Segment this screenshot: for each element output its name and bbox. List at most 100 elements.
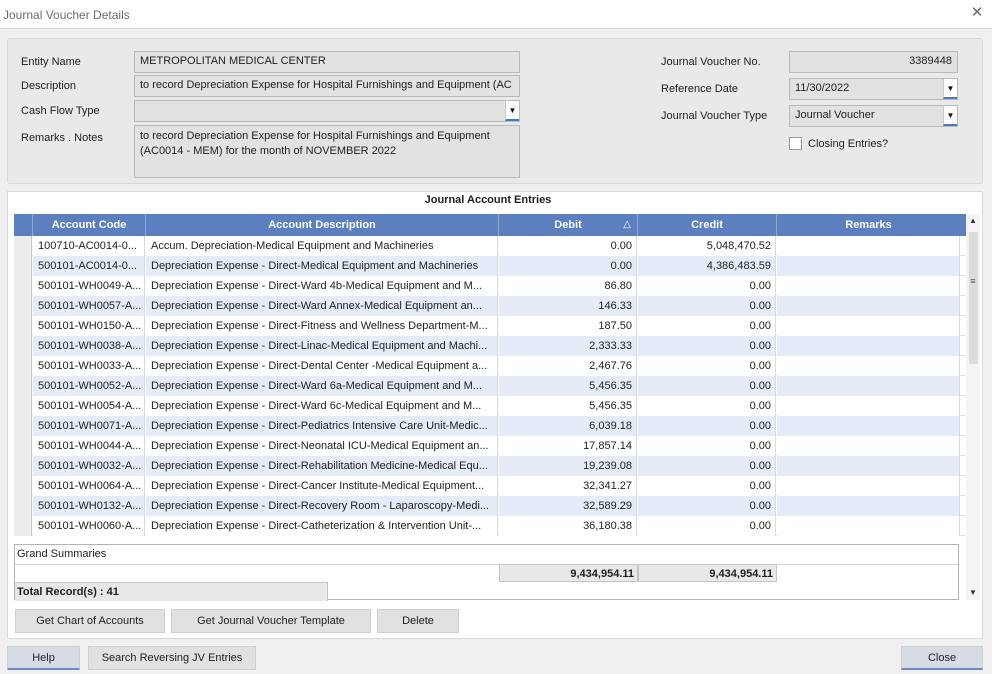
table-row[interactable]: 100710-AC0014-0... Accum. Depreciation-Me… — [14, 236, 966, 256]
cell-debit[interactable]: 0.00 — [499, 236, 637, 256]
table-row[interactable]: 500101-WH0049-A... Depreciation Expense -… — [14, 276, 966, 296]
scrollbar-thumb[interactable] — [969, 232, 978, 364]
cell-account-code[interactable]: 500101-WH0044-A... — [33, 436, 145, 456]
table-row[interactable]: 500101-WH0052-A... Depreciation Expense -… — [14, 376, 966, 396]
vertical-scrollbar[interactable]: ▲ ≡ ▼ — [966, 214, 980, 600]
cell-remarks[interactable] — [777, 256, 960, 276]
cell-account-code[interactable]: 500101-WH0060-A... — [33, 516, 145, 536]
cell-credit[interactable]: 0.00 — [638, 276, 776, 296]
cell-remarks[interactable] — [777, 236, 960, 256]
scroll-up-icon[interactable]: ▲ — [966, 214, 980, 228]
table-row[interactable]: 500101-WH0060-A... Depreciation Expense -… — [14, 516, 966, 536]
cell-account-code[interactable]: 500101-WH0052-A... — [33, 376, 145, 396]
get-jv-template-button[interactable]: Get Journal Voucher Template — [171, 609, 371, 633]
jv-type-dropdown[interactable]: Journal Voucher ▼ — [789, 105, 958, 127]
entity-name-field[interactable]: METROPOLITAN MEDICAL CENTER — [134, 51, 520, 73]
cell-account-description[interactable]: Depreciation Expense - Direct-Pediatrics… — [146, 416, 498, 436]
cell-account-code[interactable]: 500101-WH0071-A... — [33, 416, 145, 436]
cell-account-description[interactable]: Depreciation Expense - Direct-Recovery R… — [146, 496, 498, 516]
cell-credit[interactable]: 0.00 — [638, 296, 776, 316]
row-selector[interactable] — [14, 436, 32, 456]
cell-account-code[interactable]: 100710-AC0014-0... — [33, 236, 145, 256]
cell-account-description[interactable]: Depreciation Expense - Direct-Rehabilita… — [146, 456, 498, 476]
column-header-debit[interactable]: Debit △ — [499, 214, 638, 236]
table-row[interactable]: 500101-WH0033-A... Depreciation Expense -… — [14, 356, 966, 376]
cell-remarks[interactable] — [777, 496, 960, 516]
cell-credit[interactable]: 0.00 — [638, 316, 776, 336]
cell-credit[interactable]: 4,386,483.59 — [638, 256, 776, 276]
row-selector[interactable] — [14, 476, 32, 496]
row-selector[interactable] — [14, 256, 32, 276]
cell-account-code[interactable]: 500101-WH0132-A... — [33, 496, 145, 516]
remarks-field[interactable]: to record Depreciation Expense for Hospi… — [134, 125, 520, 178]
row-selector[interactable] — [14, 396, 32, 416]
table-row[interactable]: 500101-AC0014-0... Depreciation Expense -… — [14, 256, 966, 276]
row-selector[interactable] — [14, 496, 32, 516]
row-selector[interactable] — [14, 516, 32, 536]
table-row[interactable]: 500101-WH0071-A... Depreciation Expense -… — [14, 416, 966, 436]
cell-account-description[interactable]: Depreciation Expense - Direct-Ward 4b-Me… — [146, 276, 498, 296]
row-selector[interactable] — [14, 296, 32, 316]
cell-debit[interactable]: 32,341.27 — [499, 476, 637, 496]
column-header-account-code[interactable]: Account Code — [33, 214, 146, 236]
cell-account-description[interactable]: Accum. Depreciation-Medical Equipment an… — [146, 236, 498, 256]
cell-debit[interactable]: 19,239.08 — [499, 456, 637, 476]
cell-account-description[interactable]: Depreciation Expense - Direct-Linac-Medi… — [146, 336, 498, 356]
cell-account-description[interactable]: Depreciation Expense - Direct-Medical Eq… — [146, 256, 498, 276]
cell-account-description[interactable]: Depreciation Expense - Direct-Ward 6c-Me… — [146, 396, 498, 416]
jv-no-field[interactable]: 3389448 — [789, 51, 958, 73]
cell-account-code[interactable]: 500101-WH0064-A... — [33, 476, 145, 496]
cell-debit[interactable]: 0.00 — [499, 256, 637, 276]
cell-remarks[interactable] — [777, 436, 960, 456]
table-row[interactable]: 500101-WH0044-A... Depreciation Expense -… — [14, 436, 966, 456]
cell-account-description[interactable]: Depreciation Expense - Direct-Cancer Ins… — [146, 476, 498, 496]
search-reversing-jv-button[interactable]: Search Reversing JV Entries — [88, 646, 256, 670]
row-selector[interactable] — [14, 456, 32, 476]
cell-credit[interactable]: 0.00 — [638, 416, 776, 436]
cell-debit[interactable]: 36,180.38 — [499, 516, 637, 536]
help-button[interactable]: Help — [7, 646, 80, 670]
cell-remarks[interactable] — [777, 316, 960, 336]
cell-credit[interactable]: 0.00 — [638, 516, 776, 536]
cell-remarks[interactable] — [777, 416, 960, 436]
cell-credit[interactable]: 0.00 — [638, 396, 776, 416]
column-header-remarks[interactable]: Remarks — [777, 214, 960, 236]
chevron-down-icon[interactable]: ▼ — [943, 79, 957, 99]
cell-credit[interactable]: 0.00 — [638, 476, 776, 496]
cell-credit[interactable]: 5,048,470.52 — [638, 236, 776, 256]
cell-account-code[interactable]: 500101-WH0033-A... — [33, 356, 145, 376]
table-row[interactable]: 500101-WH0057-A... Depreciation Expense -… — [14, 296, 966, 316]
cell-debit[interactable]: 17,857.14 — [499, 436, 637, 456]
cell-account-description[interactable]: Depreciation Expense - Direct-Catheteriz… — [146, 516, 498, 536]
cell-account-description[interactable]: Depreciation Expense - Direct-Fitness an… — [146, 316, 498, 336]
cell-account-description[interactable]: Depreciation Expense - Direct-Ward Annex… — [146, 296, 498, 316]
cell-account-code[interactable]: 500101-WH0150-A... — [33, 316, 145, 336]
cell-credit[interactable]: 0.00 — [638, 496, 776, 516]
cell-remarks[interactable] — [777, 276, 960, 296]
table-row[interactable]: 500101-WH0038-A... Depreciation Expense -… — [14, 336, 966, 356]
table-row[interactable]: 500101-WH0064-A... Depreciation Expense -… — [14, 476, 966, 496]
chevron-down-icon[interactable]: ▼ — [505, 101, 519, 121]
scroll-down-icon[interactable]: ▼ — [966, 586, 980, 600]
cell-account-code[interactable]: 500101-WH0049-A... — [33, 276, 145, 296]
table-row[interactable]: 500101-WH0150-A... Depreciation Expense -… — [14, 316, 966, 336]
table-row[interactable]: 500101-WH0032-A... Depreciation Expense -… — [14, 456, 966, 476]
row-selector[interactable] — [14, 316, 32, 336]
cell-debit[interactable]: 32,589.29 — [499, 496, 637, 516]
cell-remarks[interactable] — [777, 516, 960, 536]
row-selector[interactable] — [14, 416, 32, 436]
row-selector[interactable] — [14, 236, 32, 256]
cell-account-code[interactable]: 500101-WH0032-A... — [33, 456, 145, 476]
cell-remarks[interactable] — [777, 456, 960, 476]
cell-remarks[interactable] — [777, 336, 960, 356]
close-icon[interactable]: ✕ — [968, 4, 986, 22]
column-header-account-description[interactable]: Account Description — [146, 214, 499, 236]
delete-button[interactable]: Delete — [377, 609, 459, 633]
closing-entries-checkbox[interactable] — [789, 137, 802, 150]
row-selector[interactable] — [14, 336, 32, 356]
table-row[interactable]: 500101-WH0132-A... Depreciation Expense -… — [14, 496, 966, 516]
cell-credit[interactable]: 0.00 — [638, 376, 776, 396]
cell-remarks[interactable] — [777, 396, 960, 416]
cell-credit[interactable]: 0.00 — [638, 336, 776, 356]
chevron-down-icon[interactable]: ▼ — [943, 106, 957, 126]
